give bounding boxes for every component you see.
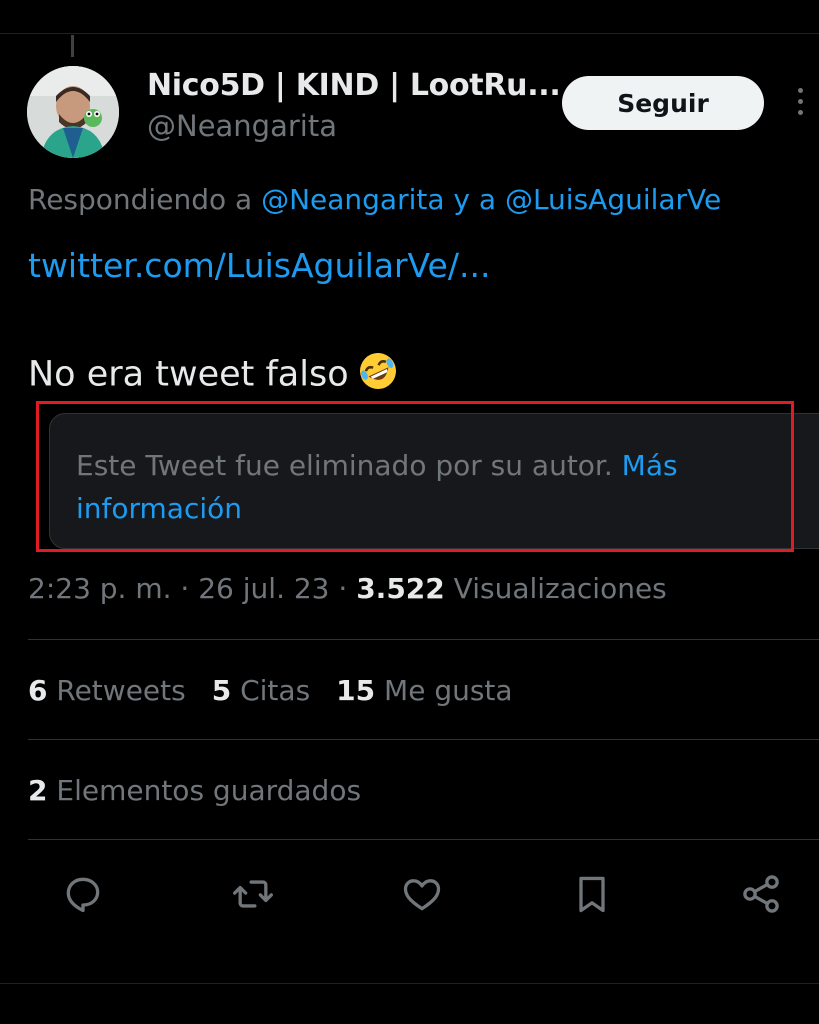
dot <box>797 110 803 115</box>
tweet-date[interactable]: 26 jul. 23 <box>198 572 329 605</box>
retweets-count: 6 <box>28 674 48 707</box>
quotes-stat[interactable]: 5 Citas <box>212 674 310 707</box>
divider <box>28 839 819 840</box>
engagement-stats: 6 Retweets 5 Citas 15 Me gusta <box>28 674 539 707</box>
deleted-notice-text: Este Tweet fue eliminado por su autor. <box>76 449 622 482</box>
tweet-text-line: No era tweet falso <box>28 350 399 401</box>
quotes-label: Citas <box>231 674 311 707</box>
meta-separator: · <box>171 572 199 605</box>
like-icon[interactable] <box>398 870 446 918</box>
likes-stat[interactable]: 15 Me gusta <box>336 674 512 707</box>
share-icon[interactable] <box>737 870 785 918</box>
tweet-meta: 2:23 p. m. · 26 jul. 23 · 3.522 Visualiz… <box>28 572 667 605</box>
tweet-text: No era tweet falso <box>28 354 349 395</box>
likes-count: 15 <box>336 674 376 707</box>
bookmarks-stat[interactable]: 2 Elementos guardados <box>28 774 361 807</box>
retweets-stat[interactable]: 6 Retweets <box>28 674 186 707</box>
bottom-divider <box>0 983 819 984</box>
meta-separator: · <box>329 572 357 605</box>
replying-joiner: y a <box>444 183 505 216</box>
views-label: Visualizaciones <box>444 572 667 605</box>
bookmark-icon[interactable] <box>568 870 616 918</box>
follow-button[interactable]: Seguir <box>562 76 764 130</box>
retweets-label: Retweets <box>47 674 186 707</box>
divider <box>28 739 819 740</box>
dot <box>797 88 803 93</box>
reply-mention-neangarita[interactable]: @Neangarita <box>261 183 444 216</box>
reply-icon[interactable] <box>59 870 107 918</box>
tweet-url-link[interactable]: twitter.com/LuisAguilarVe/... <box>28 246 490 285</box>
more-options-icon[interactable] <box>790 85 810 125</box>
views-count: 3.522 <box>356 572 445 605</box>
rolling-on-floor-laughing-emoji <box>357 350 399 401</box>
bookmarks-label: Elementos guardados <box>47 774 362 807</box>
tweet-time[interactable]: 2:23 p. m. <box>28 572 172 605</box>
replying-to-line: Respondiendo a @Neangarita y a @LuisAgui… <box>28 183 721 216</box>
avatar-image <box>27 66 119 158</box>
likes-label: Me gusta <box>375 674 513 707</box>
top-divider <box>0 33 819 34</box>
deleted-tweet-notice: Este Tweet fue eliminado por su autor. M… <box>76 444 776 530</box>
author-display-name[interactable]: Nico5D | KIND | LootRu... <box>147 68 561 103</box>
divider <box>28 639 819 640</box>
reply-mention-luisaguilarve[interactable]: @LuisAguilarVe <box>505 183 721 216</box>
avatar[interactable] <box>27 66 119 158</box>
dot <box>797 99 803 104</box>
replying-prefix: Respondiendo a <box>28 183 262 216</box>
retweet-icon[interactable] <box>229 870 277 918</box>
quotes-count: 5 <box>211 674 232 707</box>
thread-connector-line <box>71 35 74 57</box>
author-handle[interactable]: @Neangarita <box>147 109 337 143</box>
bookmarks-count: 2 <box>28 774 48 807</box>
